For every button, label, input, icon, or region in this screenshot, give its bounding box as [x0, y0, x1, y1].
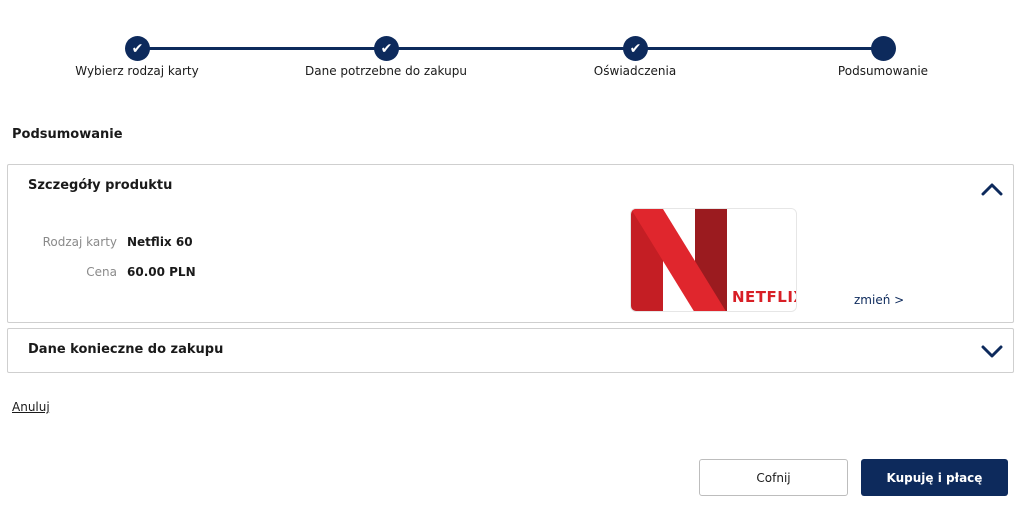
cancel-link[interactable]: Anuluj: [12, 400, 50, 414]
step-4-current-icon: [871, 36, 896, 61]
change-card-link[interactable]: zmień >: [854, 293, 904, 307]
step-4-label: Podsumowanie: [837, 64, 929, 78]
progress-stepper: ✔ ✔ ✔ Wybierz rodzaj karty Dane potrzebn…: [0, 0, 1024, 90]
buy-and-pay-button[interactable]: Kupuję i płacę: [861, 459, 1008, 496]
product-details-header[interactable]: Szczegóły produktu: [28, 178, 172, 193]
step-1-label: Wybierz rodzaj karty: [75, 64, 199, 78]
step-2-done-icon: ✔: [374, 36, 399, 61]
netflix-card-brand: NETFLIX: [732, 288, 796, 306]
price-label: Cena: [86, 265, 117, 279]
chevron-down-icon[interactable]: [981, 344, 1003, 358]
step-1-done-icon: ✔: [125, 36, 150, 61]
product-details-panel: Szczegóły produktu Rodzaj karty Netflix …: [7, 164, 1014, 323]
back-button[interactable]: Cofnij: [699, 459, 848, 496]
page-title: Podsumowanie: [12, 127, 123, 142]
price-value: 60.00 PLN: [127, 265, 196, 279]
purchase-data-panel[interactable]: Dane konieczne do zakupu: [7, 328, 1014, 373]
step-3-label: Oświadczenia: [593, 64, 677, 78]
purchase-data-header[interactable]: Dane konieczne do zakupu: [28, 342, 223, 357]
chevron-up-icon[interactable]: [981, 182, 1003, 196]
netflix-card-image: NETFLIX: [630, 208, 797, 312]
card-type-value: Netflix 60: [127, 235, 193, 249]
card-type-label: Rodzaj karty: [42, 235, 117, 249]
step-2-label: Dane potrzebne do zakupu: [305, 64, 467, 78]
stepper-line: [137, 47, 883, 50]
step-3-done-icon: ✔: [623, 36, 648, 61]
